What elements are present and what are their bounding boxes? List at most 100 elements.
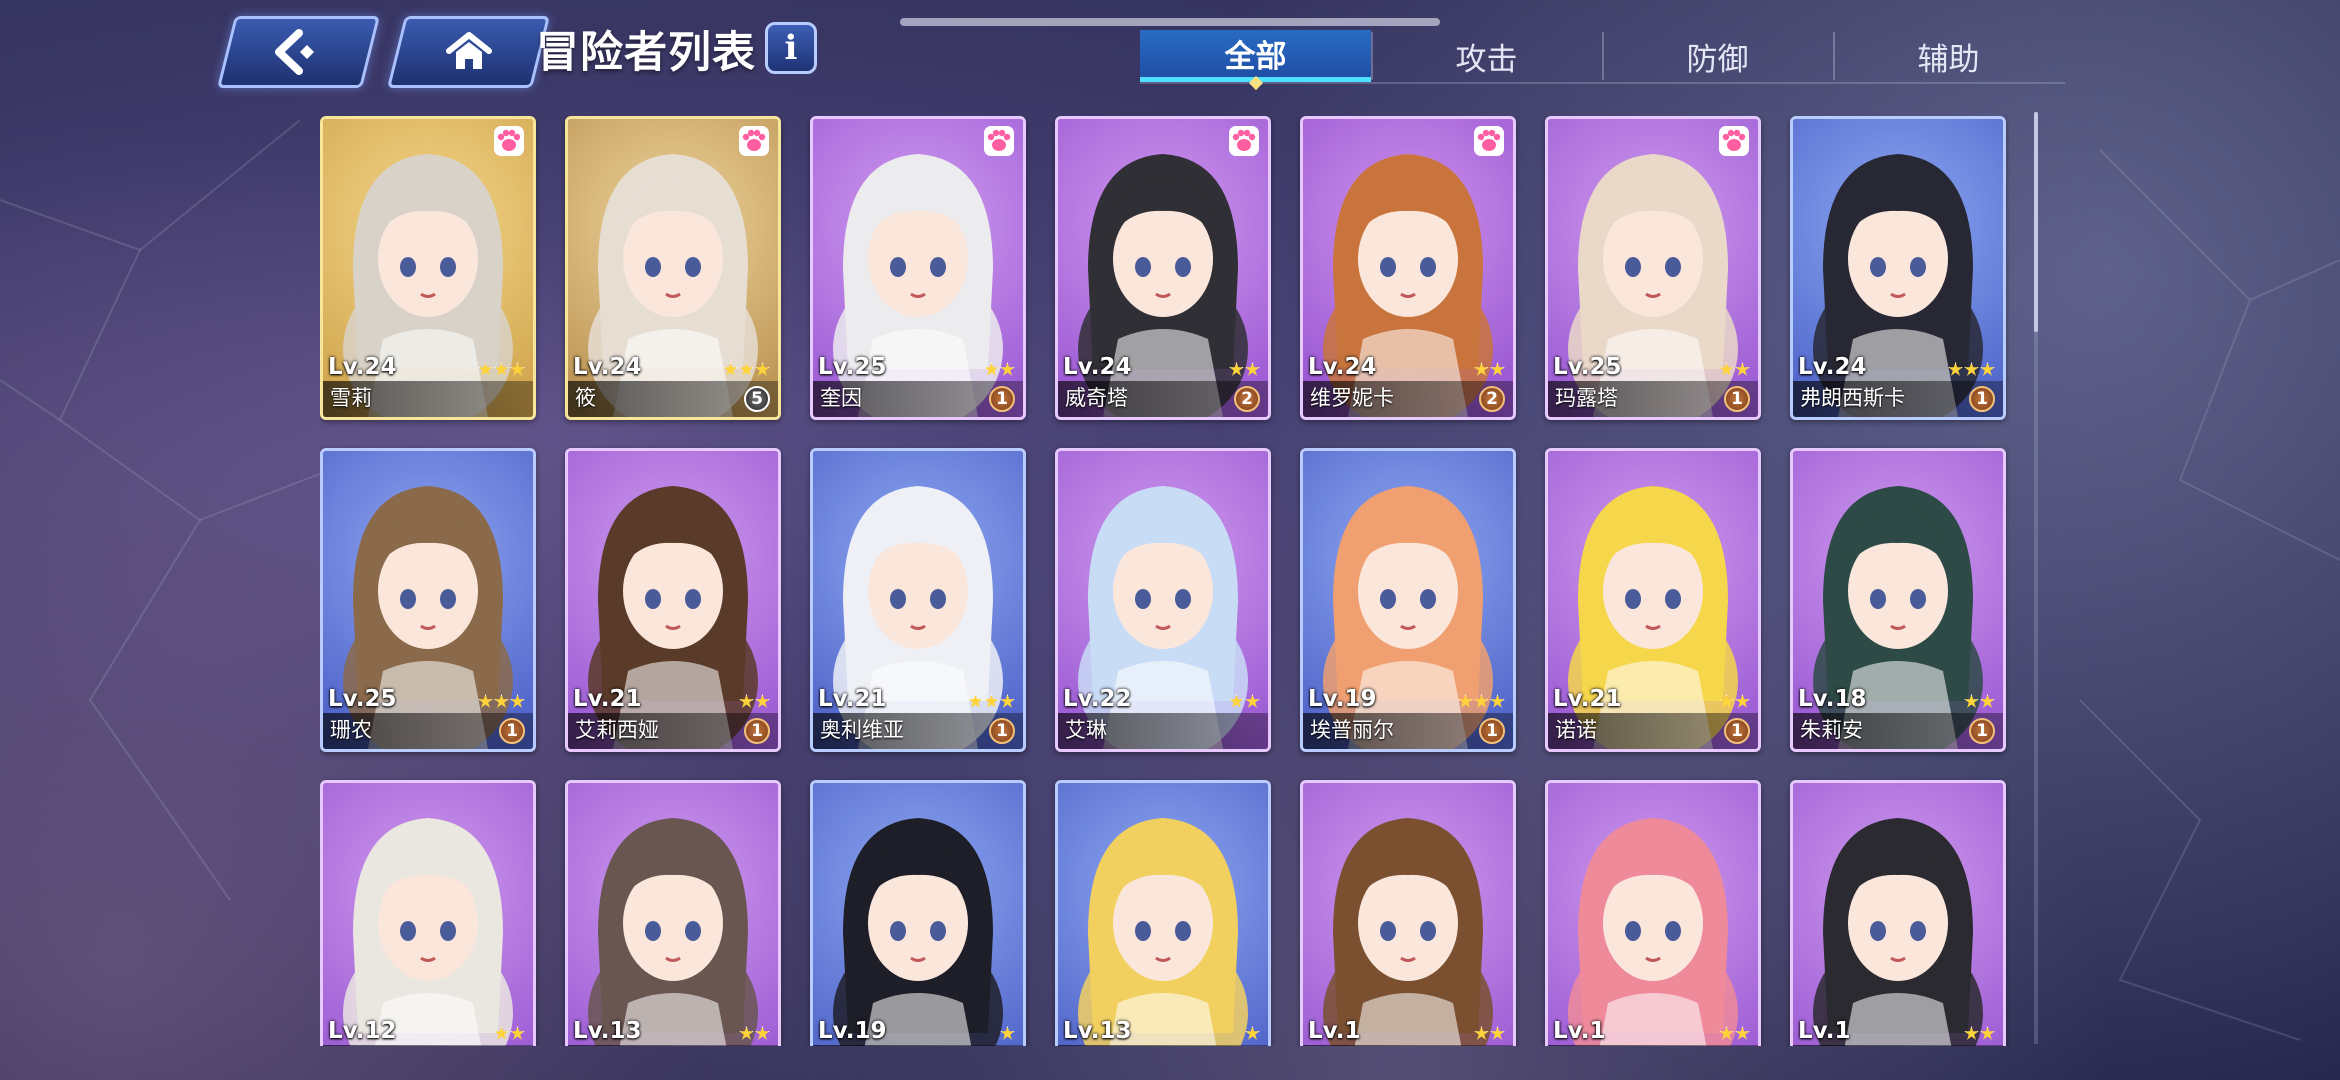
- star-icon: [1000, 1026, 1015, 1040]
- adventurer-card[interactable]: Lv.24 维罗妮卡 2: [1300, 116, 1516, 420]
- drag-handle[interactable]: [900, 18, 1440, 26]
- rank-badge: 1: [989, 718, 1015, 744]
- adventurer-card[interactable]: Lv.24 威奇塔 2: [1055, 116, 1271, 420]
- rank-badge: 1: [499, 718, 525, 744]
- adventurer-card[interactable]: Lv.13: [565, 780, 781, 1046]
- level-label: Lv.25: [328, 686, 397, 712]
- rank-badge: 1: [1969, 386, 1995, 412]
- star-icon: [478, 362, 493, 376]
- star-rating: [1245, 1026, 1260, 1041]
- character-portrait: [1793, 783, 2003, 1046]
- home-button[interactable]: [387, 16, 550, 88]
- star-rating: [1458, 694, 1505, 709]
- level-label: Lv.21: [573, 686, 642, 712]
- star-rating: [1719, 362, 1750, 377]
- filter-tabs: 全部 攻击 防御 辅助: [1140, 30, 2065, 91]
- tab-defense-label: 防御: [1686, 41, 1749, 78]
- level-label: Lv.24: [1798, 354, 1867, 380]
- name-bar: [1548, 1045, 1758, 1046]
- tab-defense[interactable]: 防御: [1602, 30, 1833, 82]
- back-button[interactable]: [217, 16, 380, 88]
- star-icon: [755, 1026, 770, 1040]
- star-icon: [510, 362, 525, 376]
- adventurer-grid: Lv.24 雪莉 Lv.24 筱 5 Lv.25 奎因 1 Lv.24 威奇塔 2 Lv.24 维罗妮卡…: [320, 116, 2010, 1046]
- adventurer-card[interactable]: Lv.19: [810, 780, 1026, 1046]
- star-rating: [723, 362, 770, 377]
- paw-icon: [1473, 125, 1505, 157]
- adventurer-card[interactable]: Lv.25 奎因 1: [810, 116, 1026, 420]
- star-icon: [1735, 694, 1750, 708]
- star-rating: [478, 694, 525, 709]
- star-icon: [1980, 362, 1995, 376]
- adventurer-card[interactable]: Lv.25 玛露塔 1: [1545, 116, 1761, 420]
- character-portrait: [1303, 783, 1513, 1046]
- name-bar: [1303, 1045, 1513, 1046]
- character-portrait: [1058, 783, 1268, 1046]
- level-label: Lv.13: [1063, 1018, 1132, 1044]
- adventurer-card[interactable]: Lv.1: [1300, 780, 1516, 1046]
- level-label: Lv.21: [818, 686, 887, 712]
- character-name: 诺诺: [1555, 718, 1597, 742]
- adventurer-card[interactable]: Lv.21 奥利维亚 1: [810, 448, 1026, 752]
- star-icon: [723, 362, 738, 376]
- adventurer-card[interactable]: Lv.24 弗朗西斯卡 1: [1790, 116, 2006, 420]
- level-label: Lv.24: [573, 354, 642, 380]
- adventurer-card[interactable]: Lv.24 雪莉: [320, 116, 536, 420]
- tab-all[interactable]: 全部: [1140, 30, 1371, 91]
- info-button[interactable]: i: [765, 22, 817, 74]
- star-icon: [494, 694, 509, 708]
- star-rating: [494, 1026, 525, 1041]
- star-icon: [1474, 362, 1489, 376]
- scroll-thumb[interactable]: [2034, 112, 2038, 332]
- character-name: 威奇塔: [1065, 386, 1128, 410]
- adventurer-card[interactable]: Lv.24 筱 5: [565, 116, 781, 420]
- star-icon: [1490, 362, 1505, 376]
- rank-badge: 1: [744, 718, 770, 744]
- home-icon: [445, 31, 493, 73]
- character-name: 维罗妮卡: [1310, 386, 1394, 410]
- scrollbar[interactable]: [2034, 112, 2038, 1044]
- star-rating: [1948, 362, 1995, 377]
- tab-attack[interactable]: 攻击: [1371, 30, 1602, 82]
- adventurer-card[interactable]: Lv.21 艾莉西娅 1: [565, 448, 781, 752]
- name-bar: [1793, 1045, 2003, 1046]
- character-portrait: [323, 783, 533, 1046]
- name-bar: [813, 1045, 1023, 1046]
- level-label: Lv.18: [1798, 686, 1867, 712]
- level-label: Lv.19: [818, 1018, 887, 1044]
- star-icon: [1490, 1026, 1505, 1040]
- adventurer-card[interactable]: Lv.12: [320, 780, 536, 1046]
- star-icon: [984, 362, 999, 376]
- character-portrait: [568, 783, 778, 1046]
- tab-support-label: 辅助: [1917, 41, 1980, 78]
- star-icon: [1229, 694, 1244, 708]
- star-icon: [1735, 1026, 1750, 1040]
- adventurer-card[interactable]: Lv.1: [1545, 780, 1761, 1046]
- name-bar: [568, 1045, 778, 1046]
- star-icon: [1719, 1026, 1734, 1040]
- level-label: Lv.12: [328, 1018, 397, 1044]
- rank-badge: 1: [1724, 386, 1750, 412]
- star-icon: [510, 694, 525, 708]
- adventurer-card[interactable]: Lv.21 诺诺 1: [1545, 448, 1761, 752]
- rank-badge: 1: [1969, 718, 1995, 744]
- character-name: 珊农: [330, 718, 372, 742]
- star-icon: [1229, 362, 1244, 376]
- adventurer-card[interactable]: Lv.1: [1790, 780, 2006, 1046]
- star-icon: [739, 694, 754, 708]
- paw-icon: [738, 125, 770, 157]
- level-label: Lv.24: [1063, 354, 1132, 380]
- adventurer-card[interactable]: Lv.19 埃普丽尔 1: [1300, 448, 1516, 752]
- adventurer-card[interactable]: Lv.18 朱莉安 1: [1790, 448, 2006, 752]
- adventurer-card[interactable]: Lv.22 艾琳: [1055, 448, 1271, 752]
- character-name: 玛露塔: [1555, 386, 1618, 410]
- tab-support[interactable]: 辅助: [1833, 30, 2064, 82]
- star-rating: [1964, 1026, 1995, 1041]
- star-icon: [1000, 362, 1015, 376]
- adventurer-card[interactable]: Lv.25 珊农 1: [320, 448, 536, 752]
- star-icon: [1964, 694, 1979, 708]
- adventurer-card[interactable]: Lv.13: [1055, 780, 1271, 1046]
- star-icon: [1490, 694, 1505, 708]
- star-icon: [1980, 1026, 1995, 1040]
- star-icon: [1964, 1026, 1979, 1040]
